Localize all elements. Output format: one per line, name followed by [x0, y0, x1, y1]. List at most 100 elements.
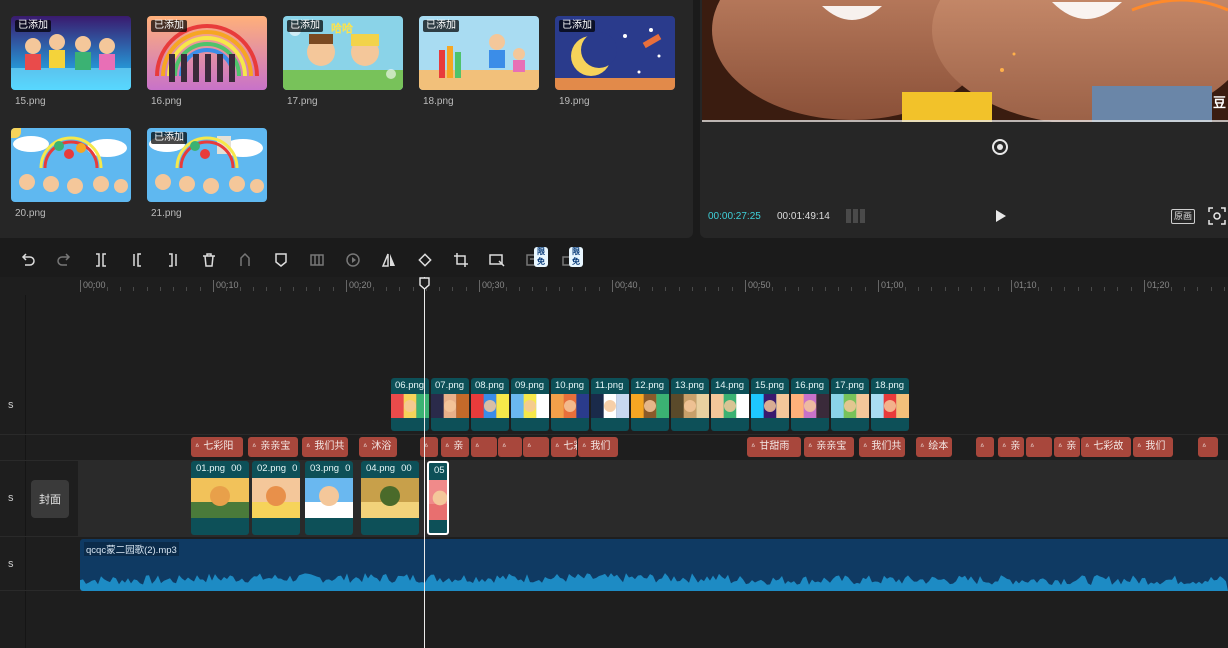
main-clip[interactable]: 05 [427, 461, 449, 535]
text-clip[interactable]: ᐞ [498, 437, 522, 457]
text-clip[interactable]: ᐞ 我们 [1133, 437, 1173, 457]
text-clip[interactable]: ᐞ 我们共 [302, 437, 348, 457]
split-icon[interactable] [91, 249, 111, 271]
text-clip[interactable]: ᐞ [976, 437, 994, 457]
text-clip-icon: ᐞ [582, 442, 587, 451]
ruler-minor-tick [505, 287, 507, 291]
clip-name: 07.png [435, 380, 465, 391]
added-badge: 已添加 [151, 20, 187, 32]
overlay-clip[interactable]: 16.png [791, 378, 829, 431]
text-clip[interactable]: ᐞ 绘本 [916, 437, 952, 457]
main-clip[interactable]: 03.png 0 [305, 461, 353, 535]
media-item[interactable]: 已添加 19.png [555, 16, 675, 107]
media-thumbnail[interactable]: 已添加 哈哈 [283, 16, 403, 90]
text-clip[interactable]: ᐞ 七彩故 [1081, 437, 1131, 457]
video-preview[interactable]: 豆 [702, 0, 1228, 122]
media-thumbnail[interactable] [11, 128, 131, 202]
media-item[interactable]: 已添加 18.png [419, 16, 539, 107]
freeze-icon[interactable] [235, 249, 255, 271]
text-clip[interactable]: ᐞ 亲亲宝 [804, 437, 854, 457]
overlay-clip[interactable]: 13.png [671, 378, 709, 431]
text-clip[interactable]: ᐞ 七彩阳 [191, 437, 243, 457]
clip-name: 16.png [795, 380, 825, 391]
text-clip[interactable]: ᐞ [420, 437, 438, 457]
media-thumbnail[interactable]: 已添加 [147, 16, 267, 90]
text-clip[interactable]: ᐞ亲 [998, 437, 1024, 457]
play-button[interactable] [994, 208, 1008, 224]
reverse-icon[interactable] [307, 249, 327, 271]
rotate-icon[interactable] [415, 249, 435, 271]
media-thumbnail[interactable]: 已添加 [11, 16, 131, 90]
playhead-handle[interactable] [419, 277, 430, 290]
ruler-minor-tick [292, 287, 294, 291]
cover-button[interactable]: 封面 [31, 480, 69, 518]
split-right-icon[interactable] [163, 249, 183, 271]
text-recognize-icon[interactable]: 限免 [523, 247, 548, 271]
text-clip[interactable]: ᐞ 我们 [578, 437, 618, 457]
auto-cut-icon[interactable] [487, 249, 507, 271]
text-clip[interactable]: ᐞ [1198, 437, 1218, 457]
marker-icon[interactable] [271, 249, 291, 271]
overlay-clip[interactable]: 17.png [831, 378, 869, 431]
text-clip[interactable]: ᐞ亲 [1054, 437, 1080, 457]
ruler-minor-tick [252, 287, 254, 291]
overlay-clip[interactable]: 15.png [751, 378, 789, 431]
text-clip[interactable]: ᐞ 甘甜雨 [747, 437, 801, 457]
overlay-clip[interactable]: 10.png [551, 378, 589, 431]
overlay-clip[interactable]: 09.png [511, 378, 549, 431]
text-clip-icon: ᐞ [1002, 442, 1007, 451]
media-thumbnail[interactable]: 已添加 [419, 16, 539, 90]
ruler-minor-tick [691, 287, 693, 291]
time-ruler[interactable]: 00:00 00:10 00:20 00:30 00:40 00:50 01:00 01:10… [78, 277, 1228, 295]
ruler-minor-tick [1170, 287, 1172, 291]
text-clip[interactable]: ᐞ亲 [441, 437, 469, 457]
overlay-clip[interactable]: 07.png [431, 378, 469, 431]
text-clip[interactable]: ᐞ [471, 437, 497, 457]
main-clip[interactable]: 02.png 0 [252, 461, 300, 535]
main-clip[interactable]: 01.png 00 [191, 461, 249, 535]
loop-icon[interactable] [991, 138, 1009, 156]
media-item[interactable]: 已添加 15.png [11, 16, 131, 107]
text-clip[interactable]: ᐞ [523, 437, 549, 457]
text-clip[interactable]: ᐞ [1026, 437, 1052, 457]
text-clip[interactable]: ᐞ 沐浴 [359, 437, 397, 457]
grid-icon[interactable] [845, 208, 867, 224]
undo-icon[interactable] [18, 249, 38, 271]
ruler-minor-tick [1077, 287, 1079, 291]
ratio-button[interactable]: 原画 [1171, 209, 1196, 224]
media-thumbnail[interactable]: 已添加 [147, 128, 267, 202]
clip-duration: 00 [231, 463, 242, 474]
media-item[interactable]: 20.png [11, 128, 131, 219]
ruler-minor-tick [159, 287, 161, 291]
mirror-icon[interactable] [379, 249, 399, 271]
text-clip[interactable]: ᐞ 我们共 [859, 437, 905, 457]
overlay-clip[interactable]: 14.png [711, 378, 749, 431]
fullscreen-icon[interactable] [1208, 207, 1226, 225]
ruler-tick [213, 280, 214, 292]
text-clip-label: 我们共 [314, 441, 345, 452]
text-clip-label: 我们共 [871, 441, 902, 452]
added-badge: 已添加 [151, 132, 187, 144]
overlay-clip[interactable]: 18.png [871, 378, 909, 431]
overlay-clip[interactable]: 08.png [471, 378, 509, 431]
delete-icon[interactable] [199, 249, 219, 271]
ruler-tick [80, 280, 81, 292]
main-clip[interactable]: 04.png 00 [361, 461, 419, 535]
redo-icon[interactable] [54, 249, 74, 271]
media-item[interactable]: 已添加 哈哈 17.png [283, 16, 403, 107]
media-thumbnail[interactable]: 已添加 [555, 16, 675, 90]
overlay-clip[interactable]: 12.png [631, 378, 669, 431]
text-clip-icon: ᐞ [306, 442, 311, 451]
text-clip[interactable]: ᐞ 亲亲宝 [248, 437, 298, 457]
media-item[interactable]: 已添加 21.png [147, 128, 267, 219]
play-circle-icon[interactable] [343, 249, 363, 271]
smart-layout-icon[interactable]: 限免 [559, 247, 583, 271]
media-item[interactable]: 已添加 16.png [147, 16, 267, 107]
text-clip[interactable]: ᐞ七彩天 [551, 437, 577, 457]
track-label: s [8, 492, 14, 504]
audio-clip[interactable]: qcqc蒙二园歌(2).mp3 [80, 539, 1228, 591]
crop-icon[interactable] [451, 249, 471, 271]
overlay-clip[interactable]: 11.png [591, 378, 629, 431]
split-left-icon[interactable] [127, 249, 147, 271]
media-filename: 16.png [151, 96, 182, 107]
